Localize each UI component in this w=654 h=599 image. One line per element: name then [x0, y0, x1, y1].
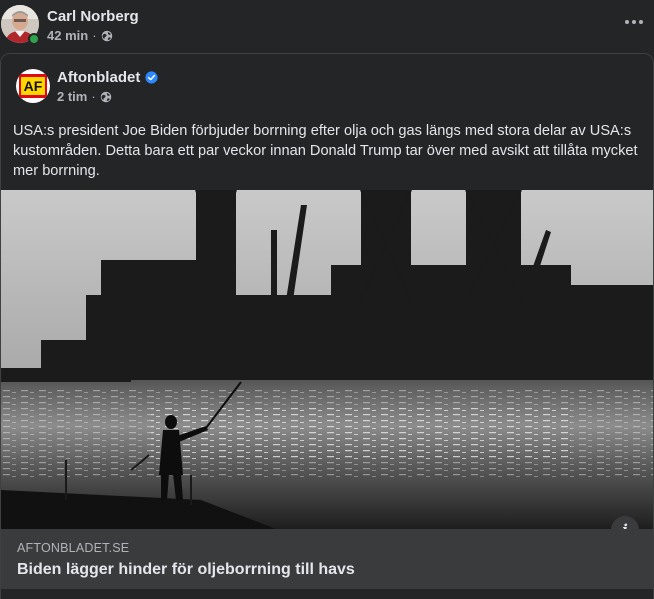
globe-icon — [100, 91, 111, 102]
shared-post-meta: 2 tim · — [57, 89, 112, 104]
online-status-icon — [28, 33, 40, 45]
aftonbladet-logo-icon: AF — [19, 74, 47, 98]
more-options-icon — [632, 20, 636, 24]
svg-text:AF: AF — [24, 78, 43, 94]
oil-rig-fishing-photo — [1, 190, 653, 529]
post-header: Carl Norberg 42 min · — [0, 0, 654, 52]
shared-post-card: AF Aftonbladet 2 tim · USA:s president J… — [0, 53, 654, 599]
article-image[interactable] — [1, 190, 653, 529]
meta-separator: · — [92, 28, 97, 43]
post-meta: 42 min · — [47, 28, 113, 43]
verified-badge-icon — [145, 71, 158, 84]
more-options-icon — [639, 20, 643, 24]
post-timestamp[interactable]: 42 min — [47, 28, 88, 43]
author-name[interactable]: Carl Norberg — [47, 8, 139, 25]
post-text: USA:s president Joe Biden förbjuder borr… — [13, 123, 638, 179]
meta-separator: · — [91, 89, 96, 104]
page-name[interactable]: Aftonbladet — [57, 69, 158, 86]
page-name-text: Aftonbladet — [57, 69, 141, 86]
link-title[interactable]: Biden lägger hinder för oljeborrning til… — [17, 561, 355, 579]
shared-post-timestamp[interactable]: 2 tim — [57, 89, 87, 104]
more-options-button[interactable] — [622, 12, 646, 32]
aftonbladet-logo[interactable]: AF — [16, 69, 50, 103]
link-preview-footer[interactable]: AFTONBLADET.SE Biden lägger hinder för o… — [1, 529, 653, 589]
link-domain: AFTONBLADET.SE — [17, 541, 130, 555]
more-options-icon — [625, 20, 629, 24]
globe-icon — [101, 30, 112, 41]
